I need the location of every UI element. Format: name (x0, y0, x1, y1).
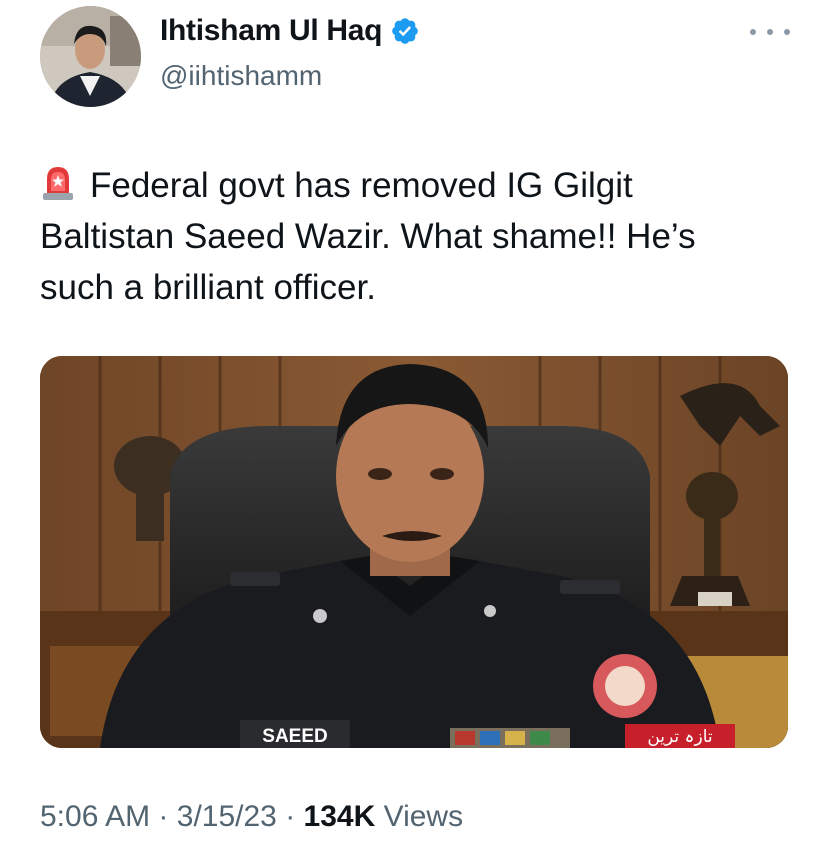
tweet-text-line: Federal govt has removed IG Gilgit (40, 160, 800, 211)
meta-separator: · (158, 800, 169, 833)
verified-badge-icon (392, 18, 419, 44)
meta-separator: · (285, 800, 296, 833)
tweet-date[interactable]: 3/15/23 (177, 800, 277, 833)
more-dot (784, 29, 790, 35)
media-urdu-tag: تازہ ترین (647, 727, 713, 747)
tweet-text-line1: Federal govt has removed IG Gilgit (90, 166, 633, 205)
media-photo: SAEED تازہ ترین (40, 356, 788, 748)
tweet-text: Federal govt has removed IG Gilgit Balti… (40, 160, 800, 313)
avatar-image (40, 6, 141, 107)
author-display-name[interactable]: Ihtisham Ul Haq (160, 14, 383, 48)
avatar[interactable] (40, 6, 141, 107)
author-handle[interactable]: @iihtishamm (160, 60, 322, 92)
views-label[interactable]: Views (384, 800, 463, 833)
views-count[interactable]: 134K (304, 800, 376, 833)
tweet-text-line3: such a brilliant officer. (40, 268, 376, 307)
author-name-row[interactable]: Ihtisham Ul Haq (160, 14, 420, 48)
more-dot (750, 29, 756, 35)
more-horizontal-icon[interactable] (750, 20, 790, 44)
media-name-tag: SAEED (262, 726, 327, 747)
tweet-time[interactable]: 5:06 AM (40, 800, 150, 833)
tweet-text-line2: Baltistan Saeed Wazir. What shame!! He’s (40, 217, 696, 256)
tweet-meta: 5:06 AM · 3/15/23 · 134K Views (40, 800, 463, 834)
more-dot (767, 29, 773, 35)
police-car-light-icon (43, 167, 73, 200)
tweet-media-image[interactable]: SAEED تازہ ترین (40, 356, 788, 748)
